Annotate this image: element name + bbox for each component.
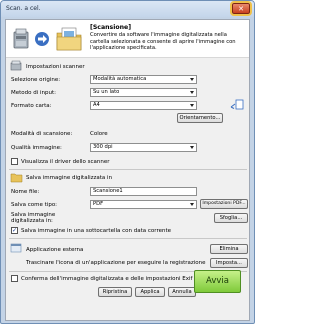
scan-mode-value: Colore [90,131,108,137]
file-name-label: Nome file: [11,189,40,195]
app-settings-button[interactable]: Imposta... [210,258,248,268]
paper-orientation-icon [230,99,244,110]
chevron-down-icon [190,104,194,107]
quality-label: Qualità immagine: [11,145,62,151]
paper-size-label: Formato carta: [11,103,52,109]
folder-icon [56,27,82,51]
scanner-icon [13,28,29,49]
chevron-down-icon [190,146,194,149]
select-source-dropdown[interactable]: Modalità automatica [90,75,197,84]
save-as-dropdown[interactable]: PDF [90,200,197,209]
chevron-down-icon [190,203,194,206]
reset-button[interactable]: Ripristina [98,287,132,297]
browse-button[interactable]: Sfoglia... [214,213,248,223]
apply-button[interactable]: Applica [135,287,165,297]
save-as-label: Salva come tipo: [11,202,58,208]
app-settings-button-label: Imposta... [216,260,242,266]
dialog-window: Scan. a cel. ✕ [Scansione] Convertire da… [0,0,255,324]
pdf-settings-button[interactable]: Impostazioni PDF... [200,199,248,209]
start-button[interactable]: Avvia [194,270,241,293]
header-title: [Scansione] [90,24,132,31]
close-button[interactable]: ✕ [230,1,252,16]
application-icon [10,243,22,253]
apply-button-label: Applica [140,289,160,295]
input-method-dropdown[interactable]: Su un lato [90,88,197,97]
close-icon: ✕ [238,5,244,13]
start-button-label: Avvia [206,276,229,286]
scan-mode-label: Modalità di scansione: [11,131,73,137]
save-as-value: PDF [93,201,104,207]
browse-button-label: Sfoglia... [219,215,243,221]
external-app-heading: Applicazione esterna [26,247,84,253]
file-name-input[interactable]: Scansione1 [90,187,197,196]
divider [9,238,247,239]
orientation-button-label: Orientamento... [179,115,221,121]
folder-icon [10,173,23,183]
scanner-settings-icon [10,60,22,71]
delete-button[interactable]: Elimina [210,244,248,254]
orientation-button[interactable]: Orientamento... [177,113,223,123]
subfolder-checkbox[interactable]: ✓ [11,227,18,234]
chevron-down-icon [190,78,194,81]
delete-button-label: Elimina [219,246,239,252]
window-title: Scan. a cel. [6,5,41,12]
pdf-settings-button-label: Impostazioni PDF... [202,201,246,206]
quality-dropdown[interactable]: 300 dpi [90,143,197,152]
cancel-button[interactable]: Annulla [168,287,196,297]
save-settings-heading: Salva immagine digitalizzata in [26,175,113,181]
paper-size-value: A4 [93,102,100,108]
input-method-label: Metodo di input: [11,90,57,96]
cancel-button-label: Annulla [172,289,192,295]
arrow-right-icon [35,32,49,46]
save-in-label-line2: digitalizzata in: [11,218,53,224]
chevron-down-icon [190,91,194,94]
title-bar[interactable]: Scan. a cel. ✕ [1,1,254,17]
scanner-settings-heading: Impostazioni scanner [26,64,85,70]
input-method-value: Su un lato [93,89,120,95]
external-app-hint: Trascinare l'icona di un'applicazione pe… [26,260,206,266]
confirm-checkbox[interactable] [11,275,18,282]
confirm-label: Conferma dell'immagine digitalizzata e d… [21,276,193,282]
show-driver-checkbox[interactable] [11,158,18,165]
header-band: [Scansione] Convertire da software l'imm… [6,20,249,58]
checkmark-icon: ✓ [12,227,18,234]
select-source-label: Selezione origine: [11,77,61,83]
divider [9,169,247,170]
subfolder-label: Salva immagine in una sottocartella con … [21,228,172,234]
file-name-value: Scansione1 [93,188,123,194]
show-driver-label: Visualizza il driver dello scanner [21,159,110,165]
paper-size-dropdown[interactable]: A4 [90,101,197,110]
reset-button-label: Ripristina [102,289,128,295]
header-description: Convertire da software l'immagine digita… [90,32,236,51]
quality-value: 300 dpi [93,144,113,150]
select-source-value: Modalità automatica [93,76,147,82]
